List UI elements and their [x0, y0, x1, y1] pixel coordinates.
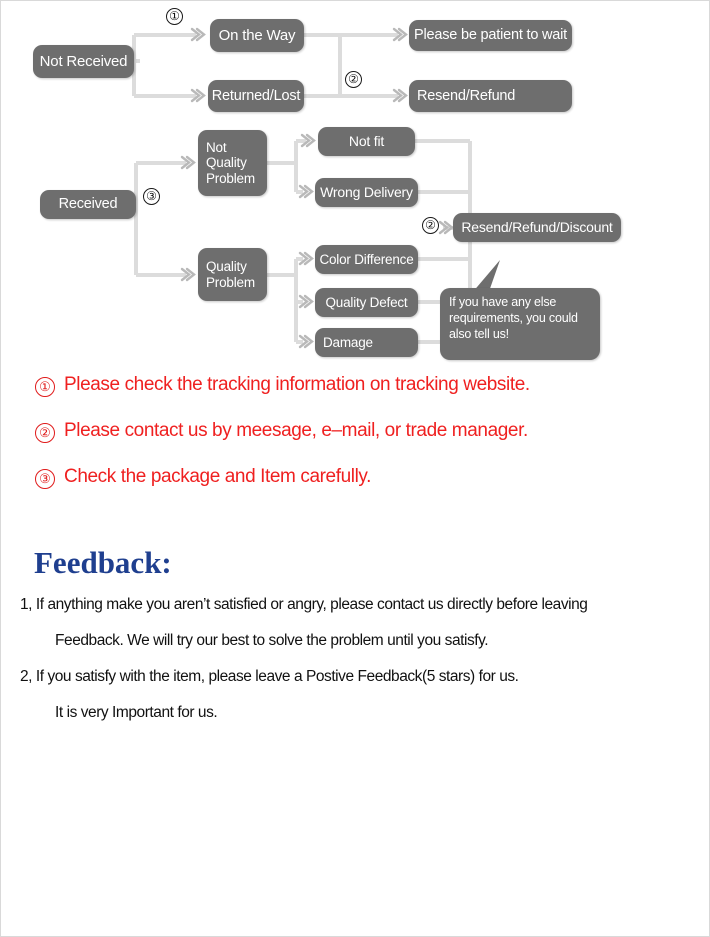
flow-node-please-wait: Please be patient to wait: [409, 20, 572, 51]
feedback-lines: 1, If anything make you aren’t satisfied…: [0, 587, 710, 731]
note-row: ① Please check the tracking information o…: [0, 374, 710, 420]
note-row: ② Please contact us by meesage, e–mail, o…: [0, 420, 710, 466]
flow-node-resend-refund: Resend/Refund: [409, 80, 572, 112]
note-row: ③ Check the package and Item carefully.: [0, 466, 710, 512]
flow-node-not-quality: Not Quality Problem: [198, 130, 267, 196]
flow-node-quality: Quality Problem: [198, 248, 267, 301]
flow-node-quality-defect: Quality Defect: [315, 288, 418, 317]
flow-node-received: Received: [40, 190, 136, 219]
returns-flowchart: Not Received On the Way Returned/Lost Pleas…: [0, 0, 710, 372]
feedback-line: 1, If anything make you aren’t satisfied…: [20, 596, 588, 613]
flow-node-color-diff: Color Difference: [315, 245, 418, 274]
flow-marker-3: ③: [143, 188, 160, 205]
flow-node-not-received: Not Received: [33, 45, 134, 78]
flow-node-on-the-way: On the Way: [210, 19, 304, 52]
flow-node-wrong-delivery: Wrong Delivery: [315, 178, 418, 207]
flow-node-resend-discount: Resend/Refund/Discount: [453, 213, 621, 242]
flow-marker-1: ①: [166, 8, 183, 25]
feedback-line: 2, If you satisfy with the item, please …: [20, 668, 519, 685]
flow-marker-2: ②: [345, 71, 362, 88]
feedback-line: It is very Important for us.: [55, 704, 218, 721]
flow-node-returned-lost: Returned/Lost: [208, 80, 304, 112]
note-number-badge: ②: [35, 423, 55, 443]
note-number-badge: ①: [35, 377, 55, 397]
feedback-title: Feedback:: [34, 545, 172, 580]
flow-marker-4: ②: [422, 217, 439, 234]
feedback-section: Feedback: 1, If anything make you aren’t…: [0, 545, 710, 731]
flow-node-damage: Damage: [315, 328, 418, 357]
numbered-notes-list: ① Please check the tracking information o…: [0, 374, 710, 512]
flow-node-not-fit: Not fit: [318, 127, 415, 156]
note-text: Check the package and Item carefully.: [64, 466, 371, 487]
feedback-line: Feedback. We will try our best to solve …: [55, 632, 489, 649]
note-text: Please contact us by meesage, e–mail, or…: [64, 420, 528, 441]
note-text: Please check the tracking information on…: [64, 374, 530, 395]
note-number-badge: ③: [35, 469, 55, 489]
help-bubble: If you have any else requirements, you c…: [440, 288, 600, 360]
